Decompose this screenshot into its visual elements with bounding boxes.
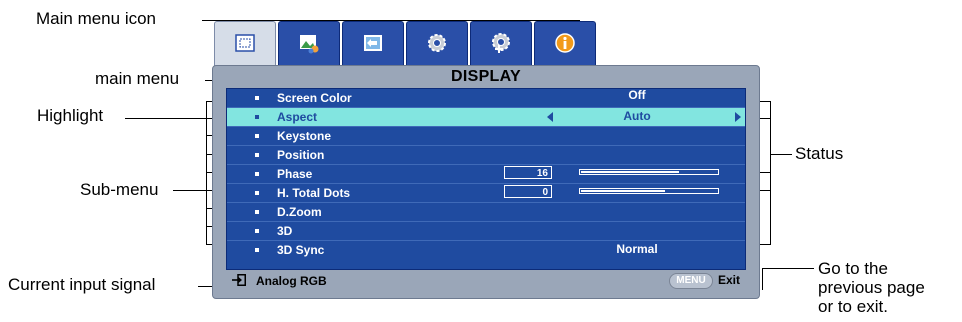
menu-item-d-zoom[interactable]: D.Zoom <box>227 203 745 222</box>
tab-picture[interactable] <box>278 21 340 66</box>
menu-item-aspect[interactable]: Aspect Auto <box>227 108 745 127</box>
information-icon <box>555 33 575 53</box>
bullet-icon <box>255 191 259 195</box>
tab-source[interactable] <box>342 21 404 66</box>
bullet-icon <box>255 96 259 100</box>
menu-item-label: Keystone <box>277 129 332 143</box>
menu-item-label: 3D <box>277 224 293 238</box>
menu-item-screen-color[interactable]: Screen Color Off <box>227 88 745 108</box>
menu-key-button[interactable]: MENU <box>669 273 713 289</box>
menu-item-label: Position <box>277 148 325 162</box>
menu-item-label: H. Total Dots <box>277 186 351 200</box>
bullet-icon <box>255 248 259 252</box>
source-icon <box>364 35 382 51</box>
menu-item-label: Aspect <box>277 110 318 124</box>
tab-display[interactable] <box>214 21 276 66</box>
callout-go-back-line1: Go to the <box>818 259 888 278</box>
menu-title: DISPLAY <box>451 68 521 85</box>
bullet-icon <box>255 134 259 138</box>
current-input-signal: Analog RGB <box>256 274 327 288</box>
callout-go-back-line2: previous page <box>818 278 925 297</box>
callout-go-back-line3: or to exit. <box>818 297 888 316</box>
exit-label: Exit <box>718 273 741 287</box>
bullet-icon <box>255 229 259 233</box>
bullet-icon <box>255 172 259 176</box>
callout-highlight: Highlight <box>37 106 104 125</box>
display-icon <box>235 34 255 52</box>
phase-value-box: 16 <box>504 166 552 179</box>
h-total-dots-value-box: 0 <box>504 185 552 198</box>
arrow-left-icon[interactable] <box>547 112 553 122</box>
menu-item-keystone[interactable]: Keystone <box>227 127 745 146</box>
picture-icon <box>300 35 319 54</box>
tab-system-setup-advanced[interactable] <box>470 21 532 66</box>
menu-item-status: Auto <box>623 109 651 123</box>
callout-main-menu-icon: Main menu icon <box>36 9 157 28</box>
callout-current-input-signal: Current input signal <box>8 275 156 294</box>
menu-item-status: Normal <box>616 242 658 256</box>
input-source-icon <box>232 274 246 286</box>
tab-information[interactable] <box>534 21 596 66</box>
h-total-dots-slider-fill <box>581 190 665 192</box>
callout-sub-menu: Sub-menu <box>80 180 159 199</box>
tab-system-setup-basic[interactable] <box>406 21 468 66</box>
callout-status: Status <box>795 144 844 163</box>
menu-item-label: D.Zoom <box>277 205 322 219</box>
bullet-icon <box>255 115 259 119</box>
bullet-icon <box>255 210 259 214</box>
menu-item-label: Screen Color <box>277 91 352 105</box>
menu-item-position[interactable]: Position <box>227 146 745 165</box>
menu-item-label: 3D Sync <box>277 243 325 257</box>
menu-item-phase[interactable]: Phase 16 <box>227 165 745 184</box>
menu-item-label: Phase <box>277 167 313 181</box>
callout-main-menu: main menu <box>95 69 180 88</box>
menu-item-3d[interactable]: 3D <box>227 222 745 241</box>
system-setup-advanced-icon <box>492 33 510 53</box>
phase-slider[interactable] <box>579 169 719 175</box>
bullet-icon <box>255 153 259 157</box>
sub-menu-list: Screen Color Off Aspect Auto Keystone Po… <box>226 88 746 270</box>
system-setup-basic-icon <box>428 34 446 52</box>
menu-item-3d-sync[interactable]: 3D Sync Normal <box>227 241 745 259</box>
menu-footer: Analog RGB MENU Exit <box>226 270 744 292</box>
phase-slider-fill <box>581 171 679 173</box>
menu-item-status: Off <box>628 88 646 102</box>
menu-item-h-total-dots[interactable]: H. Total Dots 0 <box>227 184 745 203</box>
h-total-dots-slider[interactable] <box>579 188 719 194</box>
arrow-right-icon[interactable] <box>735 112 741 122</box>
